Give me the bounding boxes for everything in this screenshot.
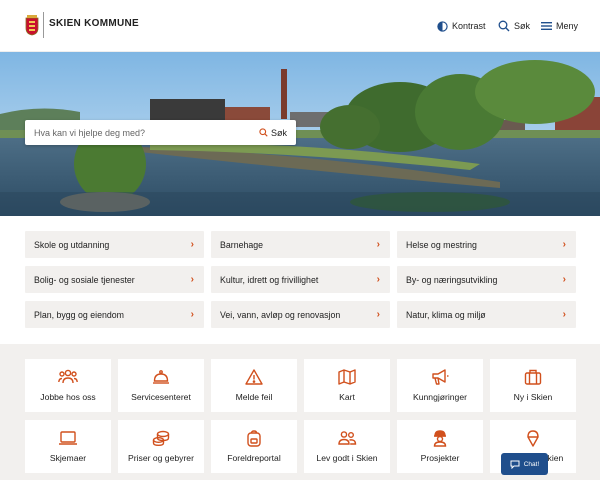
menu-button[interactable]: Meny	[541, 18, 578, 34]
warning-icon	[245, 369, 263, 385]
category-label: Helse og mestring	[406, 239, 477, 250]
hero-search-bar: Søk	[25, 120, 296, 145]
search-icon	[259, 128, 268, 137]
tile-foreldreportal[interactable]: Foreldreportal	[211, 420, 297, 473]
tile-ny-i-skien[interactable]: Ny i Skien	[490, 359, 576, 412]
tile-skjemaer[interactable]: Skjemaer	[25, 420, 111, 473]
chat-bubble-icon	[510, 460, 520, 469]
hero-banner: Søk	[0, 52, 600, 216]
header-search-label: Søk	[514, 21, 531, 31]
tile-label: Jobbe hos oss	[40, 392, 96, 402]
backpack-icon	[247, 429, 261, 447]
service-bell-icon	[153, 370, 169, 384]
tile-label: Kunngjøringer	[413, 392, 467, 402]
category-label: Plan, bygg og eiendom	[34, 309, 124, 320]
hamburger-icon	[541, 22, 552, 30]
suitcase-icon	[524, 369, 542, 385]
chevron-right-icon: ›	[190, 274, 194, 285]
tile-label: Servicesenteret	[131, 392, 191, 402]
chevron-right-icon: ›	[562, 274, 566, 285]
category-link-kultur[interactable]: Kultur, idrett og frivillighet ›	[211, 266, 390, 293]
category-link-by-naering[interactable]: By- og næringsutvikling ›	[397, 266, 576, 293]
tile-servicesenteret[interactable]: Servicesenteret	[118, 359, 204, 412]
chat-button[interactable]: Chat!	[501, 453, 548, 475]
map-icon	[338, 369, 356, 385]
people-icon	[338, 431, 357, 445]
category-link-natur[interactable]: Natur, klima og miljø ›	[397, 301, 576, 328]
chevron-right-icon: ›	[562, 309, 566, 320]
hero-search-button[interactable]: Søk	[259, 128, 296, 138]
hero-search-label: Søk	[270, 127, 287, 138]
tile-label: Kart	[339, 392, 355, 402]
tile-label: Ny i Skien	[513, 392, 553, 402]
category-label: Barnehage	[220, 239, 264, 250]
tile-kart[interactable]: Kart	[304, 359, 390, 412]
tile-label: Prosjekter	[420, 453, 460, 463]
chevron-right-icon: ›	[190, 309, 194, 320]
category-link-barnehage[interactable]: Barnehage ›	[211, 231, 390, 258]
contrast-button[interactable]: Kontrast	[437, 18, 486, 34]
chat-label: Chat!	[523, 460, 540, 468]
category-label: By- og næringsutvikling	[406, 274, 498, 285]
category-link-vei-vann[interactable]: Vei, vann, avløp og renovasjon ›	[211, 301, 390, 328]
tile-label: Skjemaer	[49, 453, 87, 463]
category-label: Natur, klima og miljø	[406, 309, 486, 320]
tile-label: Foreldreportal	[227, 453, 281, 463]
tile-melde-feil[interactable]: Melde feil	[211, 359, 297, 412]
category-link-plan[interactable]: Plan, bygg og eiendom ›	[25, 301, 204, 328]
category-label: Kultur, idrett og frivillighet	[220, 274, 319, 285]
worker-icon	[433, 429, 447, 447]
hero-search-input[interactable]	[25, 120, 259, 145]
chevron-right-icon: ›	[376, 274, 380, 285]
logo-divider	[43, 12, 44, 38]
category-link-skole[interactable]: Skole og utdanning ›	[25, 231, 204, 258]
site-header: SKIEN KOMMUNE Kontrast Søk Meny	[0, 0, 600, 52]
tile-label: Lev godt i Skien	[316, 453, 378, 463]
coat-of-arms-logo[interactable]	[25, 14, 39, 36]
tile-jobbe-hos-oss[interactable]: Jobbe hos oss	[25, 359, 111, 412]
coins-icon	[152, 430, 170, 446]
chevron-right-icon: ›	[562, 239, 566, 250]
tile-prosjekter[interactable]: Prosjekter	[397, 420, 483, 473]
tile-label: Priser og gebyrer	[128, 453, 194, 463]
search-icon	[498, 20, 510, 32]
category-link-bolig[interactable]: Bolig- og sosiale tjenester ›	[25, 266, 204, 293]
chevron-right-icon: ›	[376, 239, 380, 250]
chevron-right-icon: ›	[376, 309, 380, 320]
category-label: Vei, vann, avløp og renovasjon	[220, 309, 341, 320]
tile-label: Melde feil	[235, 392, 273, 402]
header-search-button[interactable]: Søk	[498, 18, 530, 34]
contrast-icon	[437, 20, 448, 32]
menu-label: Meny	[556, 21, 579, 31]
people-icon	[58, 369, 78, 384]
category-label: Bolig- og sosiale tjenester	[34, 274, 135, 285]
category-link-helse[interactable]: Helse og mestring ›	[397, 231, 576, 258]
tile-lev-godt-i-skien[interactable]: Lev godt i Skien	[304, 420, 390, 473]
megaphone-icon	[432, 369, 449, 385]
ice-cream-icon	[527, 429, 539, 447]
site-brand[interactable]: SKIEN KOMMUNE	[49, 18, 139, 29]
tile-kunngjoringer[interactable]: Kunngjøringer	[397, 359, 483, 412]
laptop-icon	[59, 431, 77, 445]
category-label: Skole og utdanning	[34, 239, 110, 250]
contrast-label: Kontrast	[452, 21, 486, 31]
chevron-right-icon: ›	[190, 239, 194, 250]
tile-priser-og-gebyrer[interactable]: Priser og gebyrer	[118, 420, 204, 473]
